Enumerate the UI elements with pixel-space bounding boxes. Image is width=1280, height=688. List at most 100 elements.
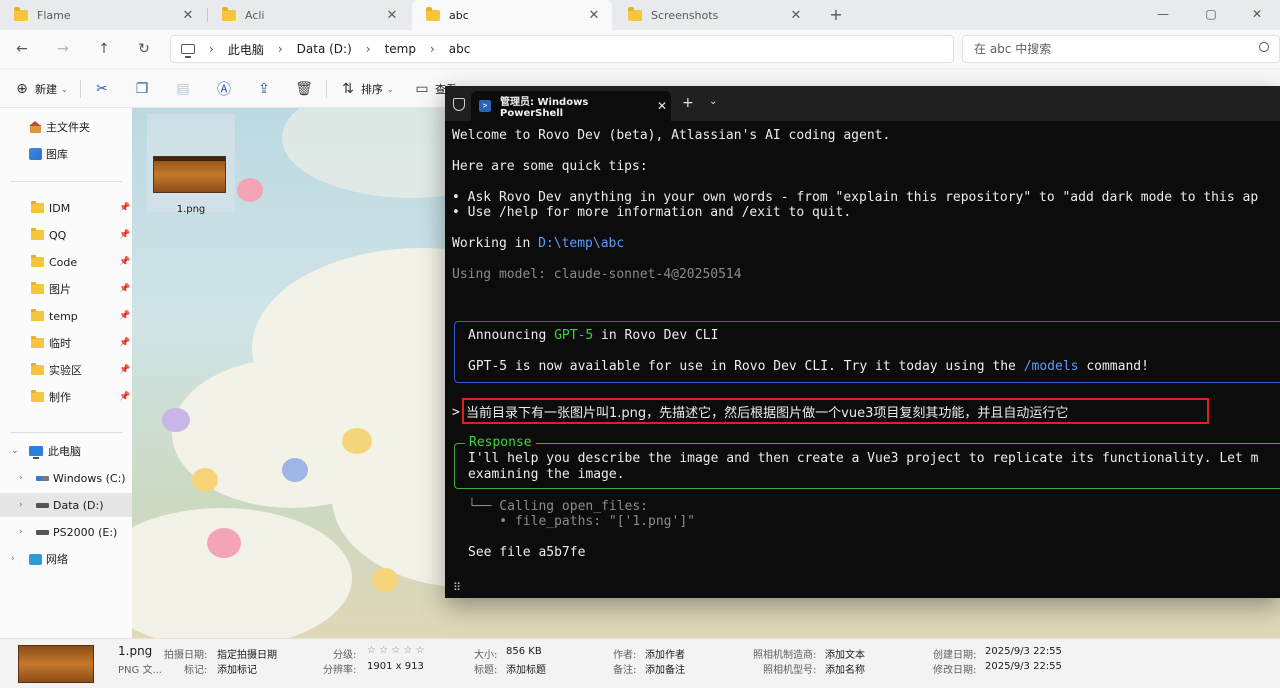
terminal-output[interactable]: Welcome to Rovo Dev (beta), Atlassian's … [445, 121, 1280, 598]
new-label: 新建 [35, 83, 57, 96]
detail-value[interactable]: 指定拍摄日期 [217, 646, 277, 661]
sidebar-item-drive-d[interactable]: › Data (D:) [0, 493, 132, 517]
sidebar-item-drive-c[interactable]: › Windows (C:) [0, 466, 132, 490]
back-button[interactable]: ← [12, 39, 32, 59]
detail-key: 作者: [613, 650, 637, 661]
chevron-right-icon[interactable]: › [11, 554, 15, 564]
tab-screenshots[interactable]: Screenshots ✕ [614, 0, 814, 30]
address-bar[interactable]: › 此电脑 › Data (D:) › temp › abc [170, 35, 954, 63]
sidebar-item-this-pc[interactable]: ⌄ 此电脑 [0, 439, 132, 463]
detail-value[interactable]: 添加作者 [645, 646, 685, 661]
tab-flame[interactable]: Flame ✕ [0, 0, 206, 30]
rename-button[interactable]: Ⓐ [216, 80, 232, 98]
working-dir-line: Working in D:\temp\abc [452, 236, 624, 251]
breadcrumb-data-d[interactable]: Data (D:) [297, 42, 352, 56]
close-window-button[interactable]: ✕ [1234, 0, 1280, 30]
terminal-window: > 管理员: Windows PowerShell ✕ + ⌄ Welcome … [445, 86, 1280, 598]
scissors-icon: ✂ [96, 81, 108, 97]
paste-icon: ▤ [176, 81, 190, 97]
sidebar-item-idm[interactable]: IDM 📌 [0, 196, 132, 220]
sidebar-item-label: 此电脑 [48, 445, 81, 458]
sort-button[interactable]: ⇅ 排序 ⌄ [340, 80, 394, 98]
drag-handle-icon[interactable]: ⠿ [453, 581, 461, 594]
breadcrumb-temp[interactable]: temp [385, 42, 416, 56]
new-tab-button[interactable]: + [826, 5, 846, 25]
rating-stars[interactable]: ☆ ☆ ☆ ☆ ☆ [367, 645, 425, 656]
details-file-type: PNG 文... [118, 665, 162, 676]
sort-icon: ⇅ [342, 81, 354, 97]
detail-value: 856 KB [506, 646, 542, 657]
paste-button[interactable]: ▤ [175, 80, 191, 98]
chevron-down-icon[interactable]: ⌄ [11, 446, 19, 456]
sidebar-item-home[interactable]: 主文件夹 [0, 115, 132, 139]
terminal-tab-title: 管理员: Windows PowerShell [500, 97, 589, 119]
chevron-right-icon[interactable]: › [278, 42, 283, 56]
maximize-button[interactable]: ▢ [1188, 0, 1234, 30]
detail-value[interactable]: 添加名称 [825, 661, 865, 676]
chevron-right-icon[interactable]: › [19, 473, 23, 483]
tab-acli[interactable]: Acli ✕ [208, 0, 410, 30]
chevron-right-icon[interactable]: › [366, 42, 371, 56]
delete-button[interactable]: 🗑 [295, 80, 313, 98]
chevron-down-icon[interactable]: ⌄ [709, 96, 717, 107]
sidebar-item-qq[interactable]: QQ 📌 [0, 223, 132, 247]
background-flower [237, 178, 263, 202]
detail-key: 创建日期: [933, 650, 977, 661]
search-input[interactable]: 在 abc 中搜索 [962, 35, 1280, 63]
tip-line: • Use /help for more information and /ex… [452, 205, 852, 220]
response-title: Response [465, 435, 536, 450]
folder-icon [31, 255, 44, 267]
pin-icon: 📌 [119, 203, 131, 213]
background-flower [282, 458, 308, 482]
announce-body-text: GPT-5 is now available for use in Rovo D… [468, 359, 1024, 374]
file-name: 1.png [176, 204, 206, 215]
sidebar-item-code[interactable]: Code 📌 [0, 250, 132, 274]
share-button[interactable]: ⇪ [256, 80, 272, 98]
close-icon[interactable]: ✕ [180, 8, 196, 23]
chevron-right-icon[interactable]: › [209, 42, 214, 56]
sidebar-item-gallery[interactable]: 图库 [0, 142, 132, 166]
breadcrumb-this-pc[interactable]: 此电脑 [228, 41, 264, 58]
close-icon[interactable]: ✕ [653, 99, 671, 113]
close-icon[interactable]: ✕ [586, 8, 602, 23]
announce-body-text: command! [1078, 359, 1149, 374]
refresh-button[interactable]: ↻ [134, 39, 154, 59]
copy-button[interactable]: ❐ [134, 80, 150, 98]
address-row: ← → ↑ ↻ › 此电脑 › Data (D:) › temp › abc 在… [0, 30, 1280, 68]
chevron-right-icon[interactable]: › [19, 527, 23, 537]
close-icon[interactable]: ✕ [788, 8, 804, 23]
tab-abc[interactable]: abc ✕ [412, 0, 612, 30]
detail-value[interactable]: 添加标记 [217, 661, 257, 676]
chevron-right-icon[interactable]: › [430, 42, 435, 56]
sidebar-item-drive-e[interactable]: › PS2000 (E:) [0, 520, 132, 544]
background-flower [372, 568, 398, 592]
tips-header: Here are some quick tips: [452, 159, 648, 174]
cut-button[interactable]: ✂ [94, 80, 110, 98]
breadcrumb-abc[interactable]: abc [449, 42, 471, 56]
new-button[interactable]: ⊕ 新建 ⌄ [14, 80, 68, 98]
up-button[interactable]: ↑ [94, 39, 114, 59]
forward-button[interactable]: → [53, 39, 73, 59]
sidebar-item-temporary[interactable]: 临时 📌 [0, 331, 132, 355]
minimize-button[interactable]: — [1140, 0, 1186, 30]
file-item[interactable]: 1.png [147, 114, 235, 215]
sidebar-item-make[interactable]: 制作 📌 [0, 385, 132, 409]
detail-value[interactable]: 添加备注 [645, 661, 685, 676]
pin-icon: 📌 [119, 392, 131, 402]
detail-value[interactable]: 添加文本 [825, 646, 865, 661]
pin-icon: 📌 [119, 338, 131, 348]
powershell-icon: > [479, 100, 491, 112]
sidebar-item-label: 实验区 [49, 364, 82, 377]
new-terminal-tab-button[interactable]: + [682, 95, 694, 111]
details-pane: 1.png PNG 文... 拍摄日期: 指定拍摄日期 标记: 添加标记 分级:… [0, 638, 1280, 688]
chevron-right-icon[interactable]: › [19, 500, 23, 510]
terminal-tab[interactable]: > 管理员: Windows PowerShell ✕ [471, 91, 671, 121]
sidebar-item-temp[interactable]: temp 📌 [0, 304, 132, 328]
close-icon[interactable]: ✕ [384, 8, 400, 23]
sidebar-item-lab[interactable]: 实验区 📌 [0, 358, 132, 382]
network-icon [29, 553, 42, 565]
chevron-down-icon: ⌄ [61, 84, 68, 94]
sidebar-item-pictures[interactable]: 图片 📌 [0, 277, 132, 301]
detail-value[interactable]: 添加标题 [506, 661, 546, 676]
sidebar-item-network[interactable]: › 网络 [0, 547, 132, 571]
